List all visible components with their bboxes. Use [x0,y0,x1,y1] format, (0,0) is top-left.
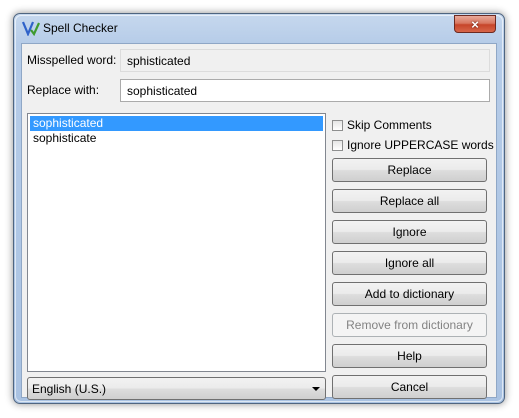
cancel-button[interactable]: Cancel [332,375,487,399]
checkbox-box[interactable] [332,119,343,131]
close-button[interactable]: × [454,15,496,33]
title-bar[interactable]: Spell Checker × [14,14,504,42]
add-to-dictionary-button[interactable]: Add to dictionary [332,282,487,306]
suggestions-list[interactable]: sophisticated sophisticate [27,113,326,372]
replace-with-input[interactable]: sophisticated [120,79,490,102]
spell-checker-dialog: Spell Checker × Misspelled word: sphisti… [13,13,505,404]
chevron-down-icon[interactable] [312,387,320,391]
close-icon: × [471,16,479,32]
skip-comments-label: Skip Comments [347,118,432,132]
remove-from-dictionary-button[interactable]: Remove from dictionary [332,313,487,337]
dialog-body: Misspelled word: sphisticated Replace wi… [21,43,497,400]
list-item[interactable]: sophisticated [30,116,323,131]
replace-button[interactable]: Replace [332,158,487,182]
spell-check-icon [22,21,40,36]
list-item[interactable]: sophisticate [30,131,323,146]
checkbox-box[interactable] [332,139,343,151]
language-select-value: English (U.S.) [32,382,107,396]
ignore-uppercase-label: Ignore UPPERCASE words [347,138,494,152]
replace-all-button[interactable]: Replace all [332,189,487,213]
ignore-uppercase-checkbox[interactable]: Ignore UPPERCASE words [332,137,494,153]
skip-comments-checkbox[interactable]: Skip Comments [332,117,432,133]
window-title: Spell Checker [43,21,118,35]
ignore-button[interactable]: Ignore [332,220,487,244]
ignore-all-button[interactable]: Ignore all [332,251,487,275]
language-select[interactable]: English (U.S.) [27,377,326,400]
help-button[interactable]: Help [332,344,487,368]
misspelled-word-field: sphisticated [120,49,490,72]
replace-with-label: Replace with: [27,83,100,97]
misspelled-word-label: Misspelled word: [27,53,117,67]
